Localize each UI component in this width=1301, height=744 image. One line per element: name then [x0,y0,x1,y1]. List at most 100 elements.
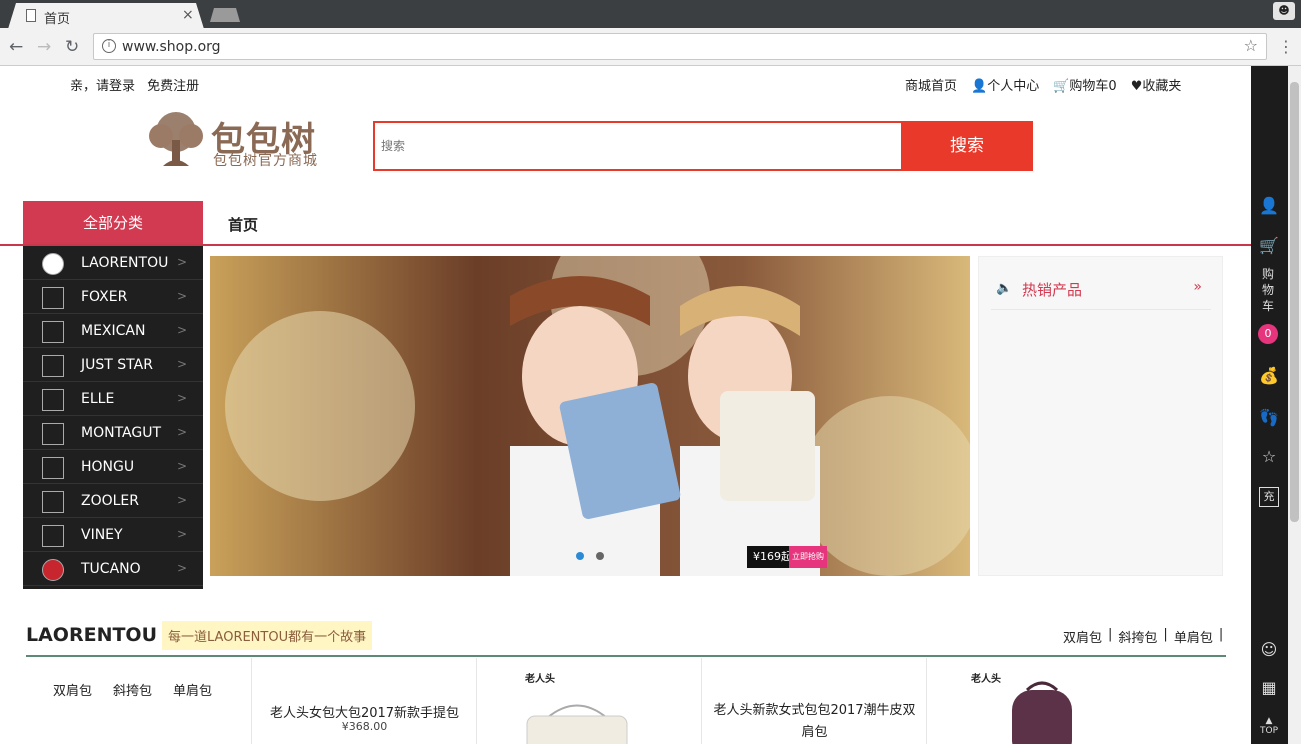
support-icon[interactable]: ☺ [1259,640,1279,660]
address-bar: ← → ↻ i www.shop.org ☆ ⋮ [0,28,1301,66]
subtab[interactable]: 单肩包 [173,680,212,699]
site-logo[interactable]: 包包树 包包树官方商城 [143,110,343,170]
category-thumb [42,423,64,445]
url-field[interactable]: i www.shop.org ☆ [93,33,1267,60]
banner-buy-button[interactable]: 立即抢购 [789,546,827,568]
category-item[interactable]: VINEY > [23,518,203,552]
category-name: ELLE [81,391,115,407]
divider [991,309,1211,310]
hot-products-panel: 🔈 热销产品 » [978,256,1223,576]
browser-tab-strip: 首页 × ☻ [0,0,1301,29]
brand-label: 老人头 [525,674,555,685]
cart-label: 购物车0 [1069,79,1117,94]
category-item[interactable]: TUCANO > [23,552,203,586]
user-icon[interactable]: 👤 [1259,196,1279,216]
product-card[interactable]: 老人头女包大包2017新款手提包 ¥368.00 [251,658,476,744]
price-tag[interactable]: ¥169起 立即抢购 [747,546,827,568]
divider: | [1218,627,1224,642]
floor-brand-title: LAORENTOU [26,624,158,646]
category-item[interactable]: ZOOLER > [23,484,203,518]
handbag-image [526,704,628,744]
subtab[interactable]: 斜挎包 [113,680,152,699]
chevron-right-icon: > [177,255,188,269]
category-name: MONTAGUT [81,425,162,441]
floor-tab[interactable]: 斜挎包 [1118,627,1157,646]
chevron-right-icon: > [177,425,188,439]
top-label: TOP [1259,726,1278,736]
search-field[interactable] [373,121,901,171]
chevron-right-icon: > [177,289,188,303]
category-item[interactable]: JUST STAR > [23,348,203,382]
browser-menu-icon[interactable]: ⋮ [1278,37,1294,56]
favorites-label: 收藏夹 [1142,79,1182,94]
more-icon[interactable]: » [1193,279,1202,295]
cart-label[interactable]: 购物车 [1262,266,1276,314]
banner-price: ¥169起 [753,550,792,563]
category-list: LAORENTOU > FOXER > MEXICAN > JUST STAR > EL… [23,246,203,589]
product-title[interactable]: 老人头女包大包2017新款手提包 [252,702,477,721]
product-title[interactable]: 老人头新款女式包包2017潮牛皮双肩包 [702,700,927,744]
product-card[interactable]: 老人头 [926,658,1151,744]
money-bag-icon[interactable]: 💰 [1259,366,1279,386]
category-item[interactable]: HONGU > [23,450,203,484]
category-item[interactable]: MONTAGUT > [23,416,203,450]
forward-icon[interactable]: → [37,37,51,57]
category-item[interactable]: ELLE > [23,382,203,416]
subtab[interactable]: 双肩包 [53,680,92,699]
tab-title: 首页 [44,12,71,27]
carousel-dot-active[interactable] [576,552,584,560]
category-thumb [42,389,64,411]
hero-banner[interactable]: ¥169起 立即抢购 [210,256,970,576]
bookmark-star-icon[interactable]: ☆ [1244,36,1258,55]
floor-tab[interactable]: 双肩包 [1063,627,1102,646]
category-item[interactable]: MEXICAN > [23,314,203,348]
browser-tab[interactable]: 首页 × [8,3,204,29]
user-center-label: 个人中心 [987,79,1040,94]
search-input[interactable] [375,123,901,169]
right-toolbar: 👤 🛒 购物车 0 💰 👣 ☆ 充 ☺ ▦ ▲ TOP [1251,66,1288,744]
profile-icon[interactable]: ☻ [1273,2,1295,20]
mall-home-link[interactable]: 商城首页 [905,75,957,94]
category-name: MEXICAN [81,323,146,339]
all-categories-tab[interactable]: 全部分类 [23,201,203,245]
tab-close-icon[interactable]: × [182,7,194,23]
footprint-icon[interactable]: 👣 [1259,408,1279,428]
category-thumb [42,559,64,581]
cart-link[interactable]: 🛒购物车0 [1053,75,1116,94]
favorites-link[interactable]: ♥收藏夹 [1131,75,1182,94]
heart-icon: ♥ [1130,79,1143,94]
recharge-icon[interactable]: 充 [1259,487,1279,507]
search-button[interactable]: 搜索 [901,121,1033,171]
floor-divider [26,655,1226,657]
category-name: ZOOLER [81,493,140,509]
product-card[interactable]: 老人头 [476,658,701,744]
reload-icon[interactable]: ↻ [65,37,79,57]
category-item[interactable]: LAORENTOU > [23,246,203,280]
nav-home-link[interactable]: 首页 [228,214,258,235]
floor-tab[interactable]: 单肩包 [1174,627,1213,646]
page-scrollbar[interactable] [1288,66,1301,744]
category-thumb [42,253,64,275]
star-icon[interactable]: ☆ [1259,447,1279,467]
product-card[interactable]: 老人头新款女式包包2017潮牛皮双肩包 [701,658,926,744]
carousel-dot[interactable] [596,552,604,560]
banner-image [210,256,970,576]
login-link[interactable]: 亲，请登录 [70,79,135,94]
page-content: 亲，请登录 免费注册 商城首页 👤个人中心 🛒购物车0 ♥收藏夹 包包树 包包树… [0,66,1251,744]
category-name: LAORENTOU [81,255,169,271]
top-nav-links: 商城首页 👤个人中心 🛒购物车0 ♥收藏夹 [905,75,1181,94]
back-icon[interactable]: ← [9,37,23,57]
user-center-link[interactable]: 👤个人中心 [971,75,1039,94]
cart-count-badge: 0 [1258,324,1278,344]
url-text[interactable]: www.shop.org [122,39,221,55]
info-icon[interactable]: i [102,39,116,53]
register-link[interactable]: 免费注册 [147,79,199,94]
logo-slogan: 包包树官方商城 [213,153,318,169]
scrollbar-thumb[interactable] [1290,82,1299,522]
cart-icon[interactable]: 🛒 [1259,236,1279,256]
back-to-top-icon[interactable]: ▲ TOP [1259,716,1279,736]
category-thumb [42,457,64,479]
new-tab-button[interactable] [210,8,240,22]
category-item[interactable]: FOXER > [23,280,203,314]
qrcode-icon[interactable]: ▦ [1259,678,1279,698]
